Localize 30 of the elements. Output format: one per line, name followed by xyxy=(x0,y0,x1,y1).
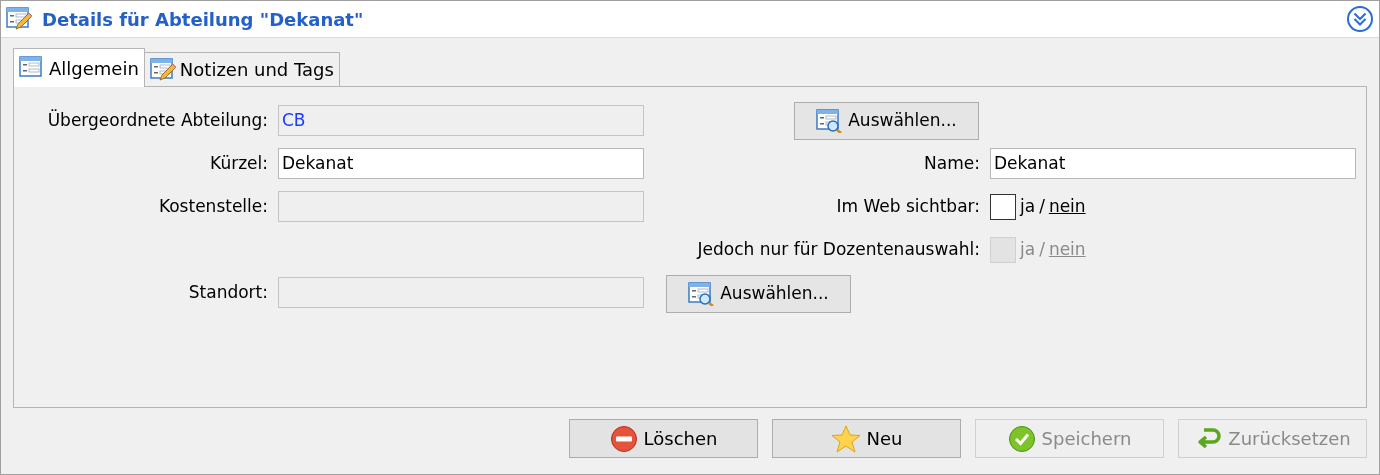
separator-text: / xyxy=(1039,237,1045,261)
field-label: Name: xyxy=(923,151,980,175)
field-label: Übergeordnete Abteilung: xyxy=(46,108,268,132)
option-label[interactable]: ja xyxy=(1020,193,1036,220)
option-label[interactable]: nein xyxy=(1048,193,1086,220)
form-search-icon xyxy=(688,281,715,306)
star-icon xyxy=(830,424,861,453)
action-button[interactable]: Neu xyxy=(772,419,961,458)
field-label: Kostenstelle: xyxy=(157,194,268,218)
form-search-icon xyxy=(816,108,843,133)
tab[interactable]: Allgemein xyxy=(13,48,145,87)
form-pencil-icon xyxy=(149,57,176,82)
text-field[interactable]: Dekanat xyxy=(278,148,644,179)
form-pencil-icon xyxy=(6,7,32,31)
panel-title: Details für Abteilung "Dekanat" xyxy=(42,7,365,32)
field-label: Jedoch nur für Dozentenauswahl: xyxy=(695,237,980,261)
check-circle-icon xyxy=(1007,424,1036,453)
select-button[interactable]: Auswählen... xyxy=(794,101,979,140)
action-button[interactable]: Löschen xyxy=(569,419,758,458)
field-label: Im Web sichtbar: xyxy=(835,194,980,218)
text-field[interactable]: Dekanat xyxy=(990,148,1356,179)
tab[interactable]: Notizen und Tags xyxy=(143,52,340,87)
minus-circle-icon xyxy=(609,424,638,453)
field-label: Kürzel: xyxy=(209,151,268,175)
separator-text: / xyxy=(1039,194,1045,218)
field-label: Standort: xyxy=(187,280,268,304)
double-chevron-icon[interactable] xyxy=(1346,5,1374,33)
select-button[interactable]: Auswählen... xyxy=(666,274,851,313)
checkbox[interactable] xyxy=(990,193,1016,220)
form-icon xyxy=(19,56,45,80)
